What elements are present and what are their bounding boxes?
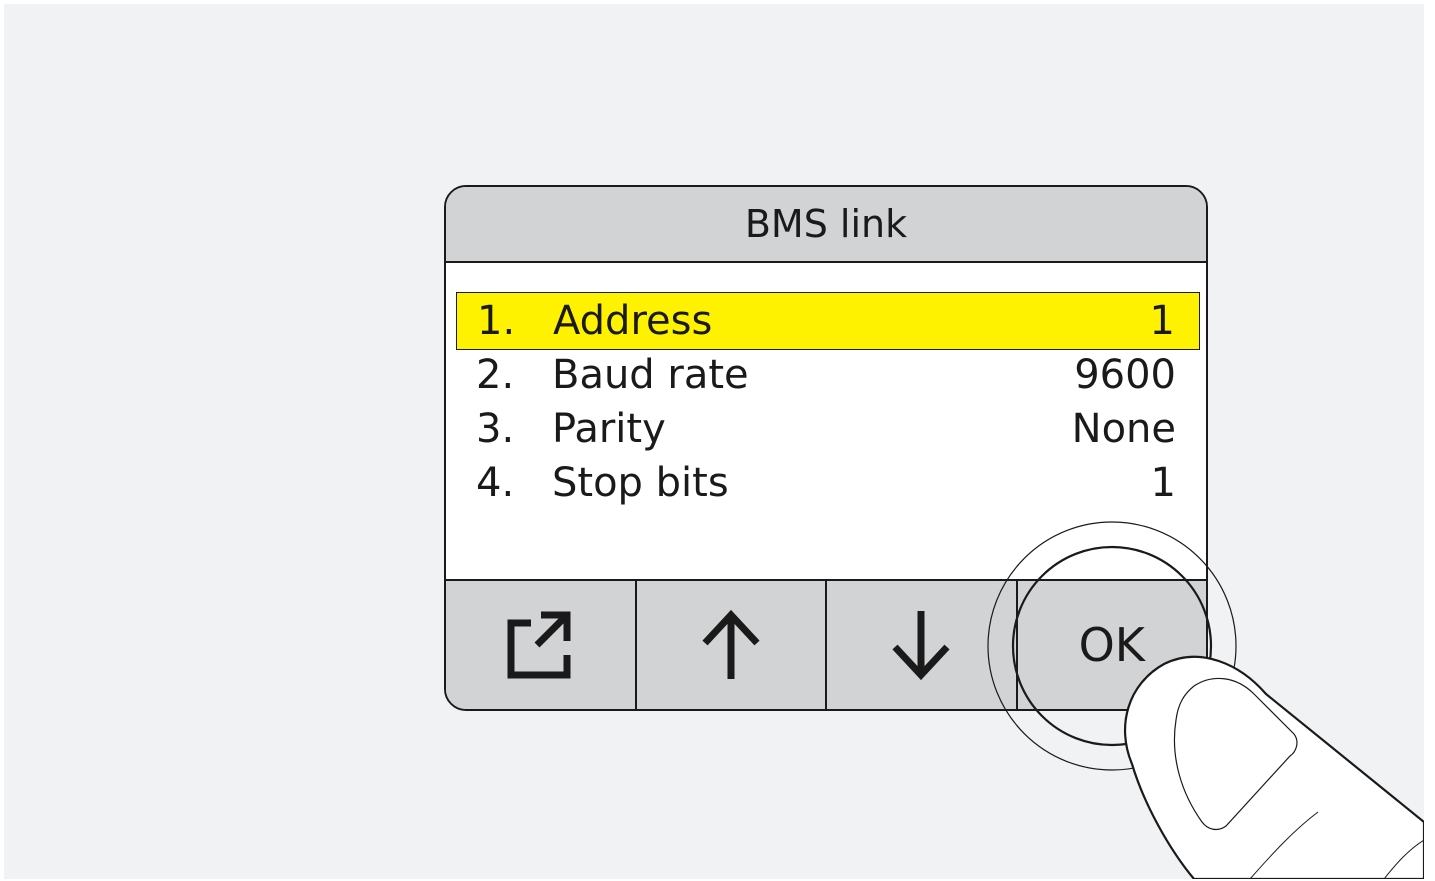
soft-key-bar: OK xyxy=(446,579,1206,709)
down-button[interactable] xyxy=(827,581,1018,709)
finger-crease xyxy=(1383,839,1424,879)
up-button[interactable] xyxy=(637,581,827,709)
menu-item-baud-rate[interactable]: 2. Baud rate 9600 xyxy=(456,348,1200,402)
menu-item-value: 1 xyxy=(1150,460,1176,506)
menu-item-number: 3. xyxy=(476,406,515,452)
menu-item-number: 1. xyxy=(477,298,516,344)
menu-item-parity[interactable]: 3. Parity None xyxy=(456,402,1200,456)
menu-item-number: 2. xyxy=(476,352,515,398)
exit-button[interactable] xyxy=(446,581,637,709)
menu-item-address[interactable]: 1. Address 1 xyxy=(456,292,1200,350)
menu-item-label: Stop bits xyxy=(552,460,729,506)
menu-item-number: 4. xyxy=(476,460,515,506)
arrow-down-icon xyxy=(892,611,950,681)
menu-item-value: 1 xyxy=(1149,298,1175,344)
menu-item-stop-bits[interactable]: 4. Stop bits 1 xyxy=(456,456,1200,510)
menu-list: 1. Address 1 2. Baud rate 9600 3. Parity… xyxy=(456,292,1200,510)
screen-title: BMS link xyxy=(446,187,1206,263)
menu-item-label: Parity xyxy=(552,406,666,452)
menu-item-label: Address xyxy=(553,298,713,344)
device-display: BMS link 1. Address 1 2. Baud rate 9600 … xyxy=(444,185,1208,711)
menu-item-label: Baud rate xyxy=(552,352,749,398)
illustration-background: BMS link 1. Address 1 2. Baud rate 9600 … xyxy=(4,4,1424,879)
exit-icon xyxy=(507,611,571,679)
arrow-up-icon xyxy=(702,609,760,679)
menu-item-value: 9600 xyxy=(1074,352,1176,398)
ok-button[interactable]: OK xyxy=(1018,581,1207,709)
menu-item-value: None xyxy=(1071,406,1176,452)
finger-crease xyxy=(1249,811,1319,879)
